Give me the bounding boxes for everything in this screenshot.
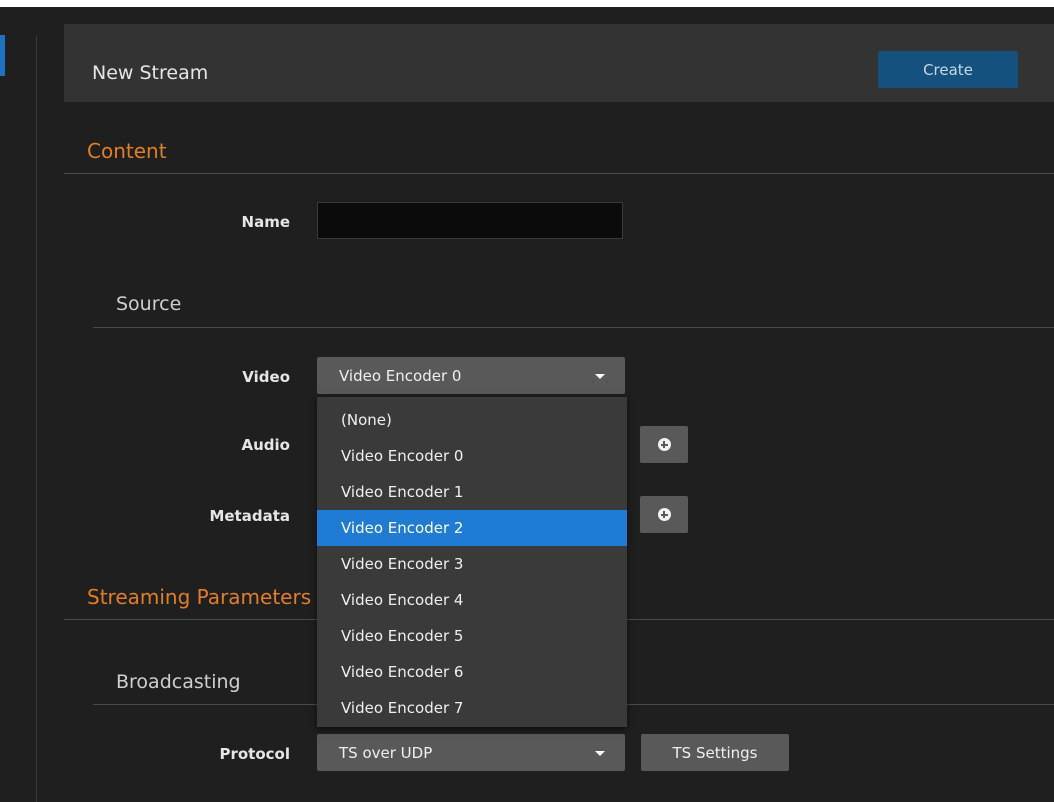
create-button[interactable]: Create (878, 51, 1018, 88)
dropdown-option[interactable]: Video Encoder 2 (317, 510, 627, 546)
dropdown-option[interactable]: (None) (317, 402, 627, 438)
section-title-streaming-parameters: Streaming Parameters (87, 585, 312, 609)
protocol-select[interactable]: TS over UDP (317, 734, 625, 771)
metadata-label: Metadata (209, 507, 290, 525)
name-input[interactable] (317, 202, 623, 239)
dropdown-option[interactable]: Video Encoder 6 (317, 654, 627, 690)
subsection-title-broadcasting: Broadcasting (116, 671, 241, 693)
dropdown-option[interactable]: Video Encoder 5 (317, 618, 627, 654)
subsection-title-source: Source (116, 293, 182, 315)
ts-settings-button[interactable]: TS Settings (641, 734, 789, 771)
chevron-down-icon (595, 750, 605, 756)
app-window: New Stream Create Content Name Source Vi… (0, 7, 1054, 802)
add-metadata-button[interactable] (640, 496, 688, 533)
sidebar-divider (36, 35, 37, 802)
video-source-dropdown[interactable]: (None) Video Encoder 0 Video Encoder 1 Vide… (317, 397, 627, 727)
dropdown-option[interactable]: Video Encoder 4 (317, 582, 627, 618)
chevron-down-icon (595, 373, 605, 379)
video-source-select[interactable]: Video Encoder 0 (317, 357, 625, 394)
video-label: Video (242, 368, 290, 386)
dropdown-option[interactable]: Video Encoder 1 (317, 474, 627, 510)
nav-active-indicator (0, 35, 5, 76)
plus-circle-icon (657, 508, 671, 521)
divider (64, 173, 1054, 174)
dropdown-option[interactable]: Video Encoder 0 (317, 438, 627, 474)
add-audio-button[interactable] (640, 426, 688, 463)
protocol-value: TS over UDP (339, 743, 433, 762)
video-source-value: Video Encoder 0 (339, 366, 462, 385)
page-header: New Stream Create (64, 24, 1054, 102)
section-title-content: Content (87, 139, 167, 163)
plus-circle-icon (657, 438, 671, 451)
page-title: New Stream (92, 62, 209, 84)
name-label: Name (241, 213, 290, 231)
divider (93, 327, 1054, 328)
dropdown-option[interactable]: Video Encoder 7 (317, 690, 627, 726)
dropdown-option[interactable]: Video Encoder 3 (317, 546, 627, 582)
protocol-label: Protocol (219, 745, 290, 763)
audio-label: Audio (241, 436, 290, 454)
